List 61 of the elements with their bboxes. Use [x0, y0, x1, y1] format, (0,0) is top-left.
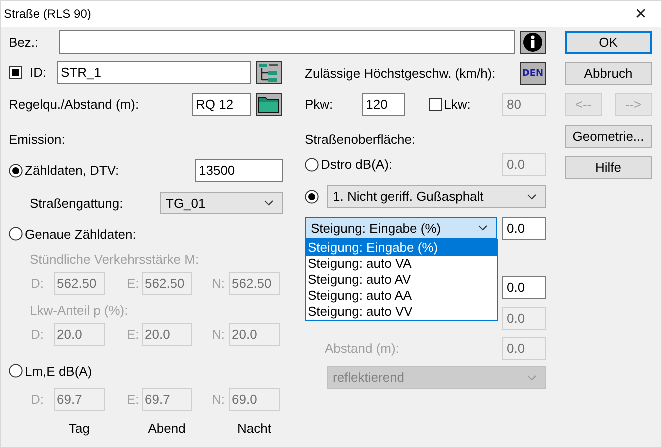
field-label: E: [127, 327, 140, 342]
chevron-icon [478, 225, 488, 231]
slope-select[interactable]: Steigung: Eingabe (%) [305, 217, 497, 239]
dialog-button[interactable]: Hilfe [565, 156, 652, 179]
section-heading: Straßenoberfläche: [305, 132, 416, 146]
field-label: Regelqu./Abstand (m): [9, 97, 140, 112]
radio-label: Genaue Zähldaten: [25, 226, 136, 242]
dropdown-option[interactable]: Steigung: auto AA [306, 288, 497, 304]
tree-list-icon[interactable] [256, 61, 282, 84]
field-label: N: [212, 392, 226, 407]
dialog-button[interactable]: OK [565, 31, 652, 54]
checkbox[interactable] [9, 66, 22, 79]
id-field[interactable]: STR_1 [57, 61, 251, 84]
cross-section-field[interactable]: RQ 12 [192, 93, 251, 116]
window-title: Straße (RLS 90) [4, 7, 92, 21]
chevron-icon [527, 374, 537, 380]
field-label: D: [31, 392, 45, 407]
field-label: D: [31, 327, 45, 342]
chevron-icon [527, 194, 537, 200]
radio-label: Dstro dB(A): [321, 157, 393, 172]
surface-select[interactable]: 1. Nicht geriff. Gußasphalt [327, 185, 546, 208]
field-label: D: [31, 276, 45, 291]
field-label: E: [127, 276, 140, 291]
column-label: Abend [148, 420, 186, 436]
field-label: Zulässige Höchstgeschw. (km/h): [305, 66, 496, 81]
group-label: Stündliche Verkehrsstärke M: [30, 252, 200, 266]
field-label: Abstand (m): [325, 341, 400, 356]
car-speed-field[interactable]: 120 [362, 93, 406, 116]
dropdown-option[interactable]: Steigung: auto VV [306, 304, 497, 320]
radio-label: Lm,E dB(A) [25, 364, 92, 378]
column-label: Nacht [238, 420, 272, 436]
radio-button[interactable] [9, 227, 23, 241]
field-label: E: [127, 392, 140, 407]
info-icon[interactable] [520, 30, 546, 54]
field-label: ID: [30, 65, 47, 80]
field-label: Pkw: [305, 97, 334, 112]
field-label: N: [212, 327, 226, 342]
dropdown-option[interactable]: Steigung: auto AV [306, 272, 497, 288]
section-heading: Emission: [9, 132, 66, 146]
group-label: Lkw-Anteil p (%): [30, 302, 128, 318]
field-label: Bez.: [9, 34, 39, 50]
dropdown-option[interactable]: Steigung: Eingabe (%) [306, 240, 497, 256]
dropdown-option[interactable]: Steigung: auto VA [306, 256, 497, 272]
dtv-field[interactable]: 13500 [195, 159, 283, 182]
dialog-button[interactable]: Geometrie... [565, 125, 652, 148]
folder-icon[interactable] [256, 93, 282, 116]
checkbox-label: Lkw: [444, 97, 471, 112]
slope-field[interactable]: 0.0 [502, 216, 546, 240]
field-label: N: [212, 276, 226, 291]
field-label: Straßengattung: [30, 196, 124, 210]
close-button[interactable]: ✕ [621, 1, 661, 27]
radio-label: Zähldaten, DTV: [25, 163, 120, 178]
column-label: Tag [69, 420, 90, 436]
radio-button[interactable] [9, 164, 23, 178]
dialog-button[interactable]: Abbruch [565, 62, 652, 85]
value-field[interactable]: 0.0 [502, 276, 546, 299]
name-field[interactable] [59, 30, 515, 54]
chevron-icon [264, 200, 274, 206]
road-type-select[interactable]: TG_01 [160, 192, 283, 214]
den-button[interactable]: DEN [520, 62, 546, 85]
radio-button[interactable] [305, 190, 319, 204]
